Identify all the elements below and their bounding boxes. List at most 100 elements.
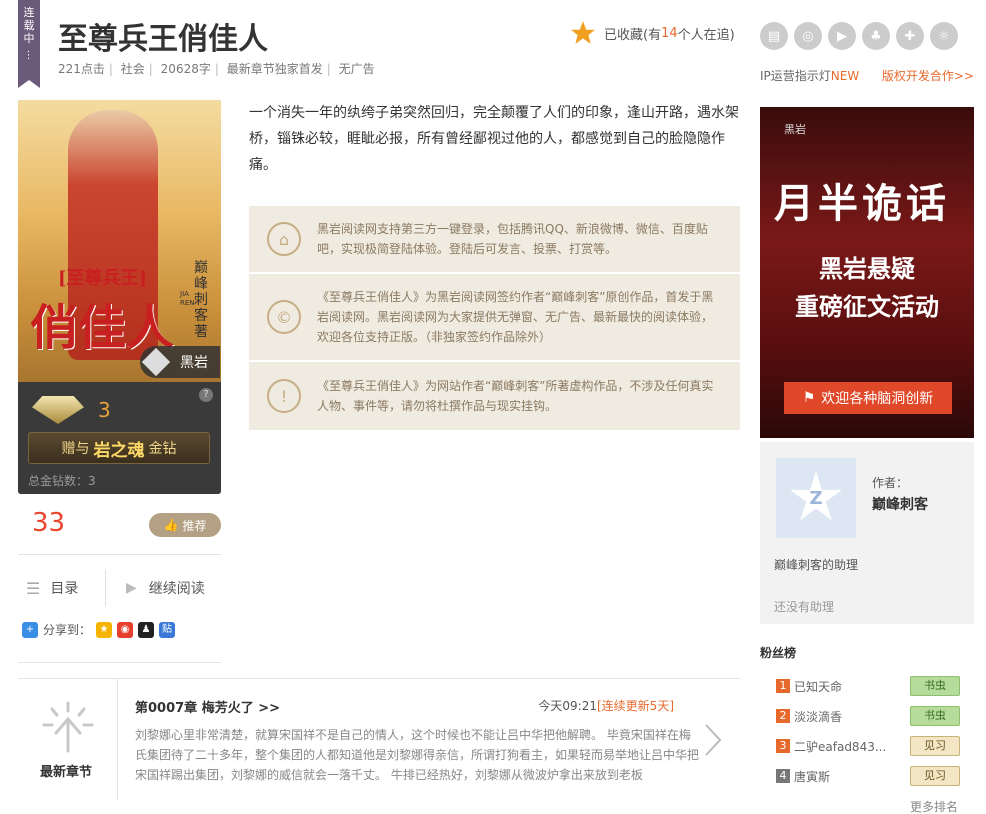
contest-ad-banner[interactable]: 黑岩 月半诡话 黑岩悬疑 重磅征文活动 ⚑ 欢迎各种脑洞创新 [760, 107, 974, 438]
ad-headline-2: 重磅征文活动 [795, 293, 939, 321]
ip-indicator-label[interactable]: IP运营指示灯 [760, 69, 831, 83]
share-bar: + 分享到： ★ ◉ ♟ 贴 [22, 621, 176, 638]
ad-logo: 黑岩 [784, 123, 806, 136]
serial-status-ribbon: 连载中 ⋮ [18, 0, 40, 88]
collect-count: 14 [661, 25, 678, 41]
serial-status-text: 连载中 [23, 6, 35, 45]
fan-row[interactable]: 2 淡淡滴香 书虫 [776, 706, 976, 726]
author-card: Z 作者： 巅峰刺客 巅峰刺客的助理 还没有助理 [760, 442, 974, 624]
latest-chapter-link[interactable]: 第0007章 梅芳火了 >> [135, 697, 280, 716]
no-assistant-text: 还没有助理 [774, 600, 835, 614]
cover-pinyin: JIA REN [180, 290, 195, 307]
star-icon [571, 21, 595, 44]
exclamation-icon: ! [267, 379, 301, 413]
meta-exclusive: 最新章节独家首发 [226, 62, 323, 76]
meta-no-ads: 无广告 [338, 62, 375, 76]
fan-name[interactable]: 唐寅斯 [794, 768, 908, 785]
qq-icon[interactable]: ♟ [138, 621, 155, 638]
fan-name[interactable]: 二驴eafad843... [794, 738, 908, 755]
meta-category[interactable]: 社会 [121, 62, 145, 76]
divider [18, 554, 221, 555]
recommend-count: 33 [32, 508, 66, 538]
tieba-icon[interactable]: 贴 [159, 621, 176, 638]
help-icon[interactable]: ? [199, 388, 213, 402]
rank-badge: 1 [776, 679, 790, 693]
gamepad-icon[interactable]: ✚ [896, 22, 924, 50]
latest-chapter-excerpt: 刘黎娜心里非常清楚，就算宋国祥不是自己的情人，这个时候也不能让吕中华把他解聘。 … [135, 728, 700, 782]
latest-divider [117, 679, 118, 799]
book-icon[interactable]: ▤ [760, 22, 788, 50]
toc-button[interactable]: ☰ 目录 [26, 578, 78, 598]
rank-badge: 3 [776, 739, 790, 753]
avatar[interactable]: Z [776, 458, 856, 538]
copyright-icon: © [267, 300, 301, 334]
collect-prefix: 已收藏(有 [604, 27, 662, 43]
continue-reading-button[interactable]: ▶ 继续阅读 [126, 578, 205, 598]
play-icon[interactable]: ▶ [828, 22, 856, 50]
continue-label: 继续阅读 [148, 581, 205, 597]
fan-row[interactable]: 4 唐寅斯 见习 [776, 766, 976, 786]
gem-total: 总金钻数：3 [28, 474, 96, 488]
author-label: 作者： [872, 476, 909, 490]
action-divider [105, 570, 106, 606]
ad-cta-button[interactable]: ⚑ 欢迎各种脑洞创新 [784, 382, 952, 414]
ip-line: IP运营指示灯NEW 版权开发合作>> [760, 67, 974, 84]
listen-icon[interactable]: ◎ [794, 22, 822, 50]
cover-subtitle: [至尊兵王] [58, 268, 148, 289]
fan-row[interactable]: 1 已知天命 书虫 [776, 676, 976, 696]
share-plus-icon: + [22, 621, 38, 638]
recommend-button[interactable]: 👍 推荐 [149, 513, 221, 537]
rank-badge: 4 [776, 769, 790, 783]
latest-chapter-panel: 最新章节 第0007章 梅芳火了 >> 今天09:21[连续更新5天] 刘黎娜心… [18, 678, 740, 814]
notice-fiction: ! 《至尊兵王俏佳人》为网站作者“巅峰刺客”所著虚构作品，不涉及任何真实人物、事… [249, 362, 740, 430]
fan-name[interactable]: 已知天命 [794, 678, 908, 695]
gem-count: 3 [98, 398, 111, 422]
collect-suffix: 个人在追) [677, 27, 735, 43]
fan-level: 书虫 [910, 676, 960, 696]
gift-diamond-button[interactable]: 赠与 岩之魂 金钻 [28, 432, 210, 464]
gift-pre: 赠与 [61, 441, 90, 457]
notice-text: 《至尊兵王俏佳人》为黑岩阅读网签约作者“巅峰刺客”原创作品，首发于黑岩阅读网。黑… [317, 290, 714, 344]
book-title: 至尊兵王俏佳人 [58, 22, 268, 57]
thumbs-up-icon: 👍 [163, 518, 179, 532]
latest-chapter-label: 最新章节 [40, 765, 93, 780]
cover-publisher-logo: 黑岩 [140, 346, 220, 378]
avatar-star-icon: Z [790, 471, 842, 521]
bulb-icon[interactable]: ☼ [930, 22, 958, 50]
fan-level: 书虫 [910, 706, 960, 726]
fan-level: 见习 [910, 766, 960, 786]
weibo-icon[interactable]: ◉ [117, 621, 134, 638]
book-meta: 221点击 | 社会 | 20628字 | 最新章节独家首发 | 无广告 [58, 62, 375, 76]
collect-status[interactable]: 已收藏(有 14 个人在追) [570, 20, 735, 46]
ribbon-dots: ⋮ [23, 50, 35, 61]
gift-post: 金钻 [148, 441, 177, 457]
meta-clicks: 221点击 [58, 62, 105, 76]
notice-text: 《至尊兵王俏佳人》为网站作者“巅峰刺客”所著虚构作品，不涉及任何真实人物、事件等… [317, 379, 714, 413]
update-time: 今天09:21 [538, 699, 597, 713]
cover-logo-text: 黑岩 [180, 355, 208, 371]
author-name[interactable]: 巅峰刺客 [872, 494, 928, 514]
fan-row[interactable]: 3 二驴eafad843... 见习 [776, 736, 976, 756]
chevron-right-icon[interactable] [704, 723, 722, 757]
copyright-cooperation-link[interactable]: 版权开发合作>> [882, 67, 974, 84]
book-cover[interactable]: [至尊兵王] 俏佳人 巅峰刺客著 JIA REN 黑岩 3 ? 赠与 岩之魂 金… [18, 100, 221, 494]
notice-copyright: © 《至尊兵王俏佳人》为黑岩阅读网签约作者“巅峰刺客”原创作品，首发于黑岩阅读网… [249, 274, 740, 360]
divider [18, 662, 221, 663]
more-ranking-link[interactable]: 更多排名 [910, 798, 958, 814]
new-badge: NEW [830, 69, 860, 83]
meta-wordcount: 20628字 [160, 62, 211, 76]
fans-title: 粉丝榜 [760, 646, 797, 660]
qzone-icon[interactable]: ★ [96, 621, 113, 638]
notice-login: ⌂ 黑岩阅读网支持第三方一键登录，包括腾讯QQ、新浪微博、微信、百度贴吧，实现极… [249, 206, 740, 272]
play-triangle-icon: ▶ [126, 580, 137, 596]
book-intro: 一个消失一年的纨绔子弟突然回归，完全颠覆了人们的印象，逢山开路，遇水架桥，锱铢必… [249, 105, 739, 173]
toc-label: 目录 [50, 581, 79, 597]
diamond-icon [32, 396, 84, 424]
flag-icon: ⚑ [802, 390, 816, 406]
gem-panel: 3 ? 赠与 岩之魂 金钻 总金钻数：3 [18, 382, 221, 494]
fan-name[interactable]: 淡淡滴香 [794, 708, 908, 725]
ad-headline-1: 黑岩悬疑 [819, 255, 915, 283]
share-label: 分享到： [43, 623, 92, 637]
update-streak: [连续更新5天] [597, 699, 674, 713]
mickey-icon[interactable]: ♣ [862, 22, 890, 50]
